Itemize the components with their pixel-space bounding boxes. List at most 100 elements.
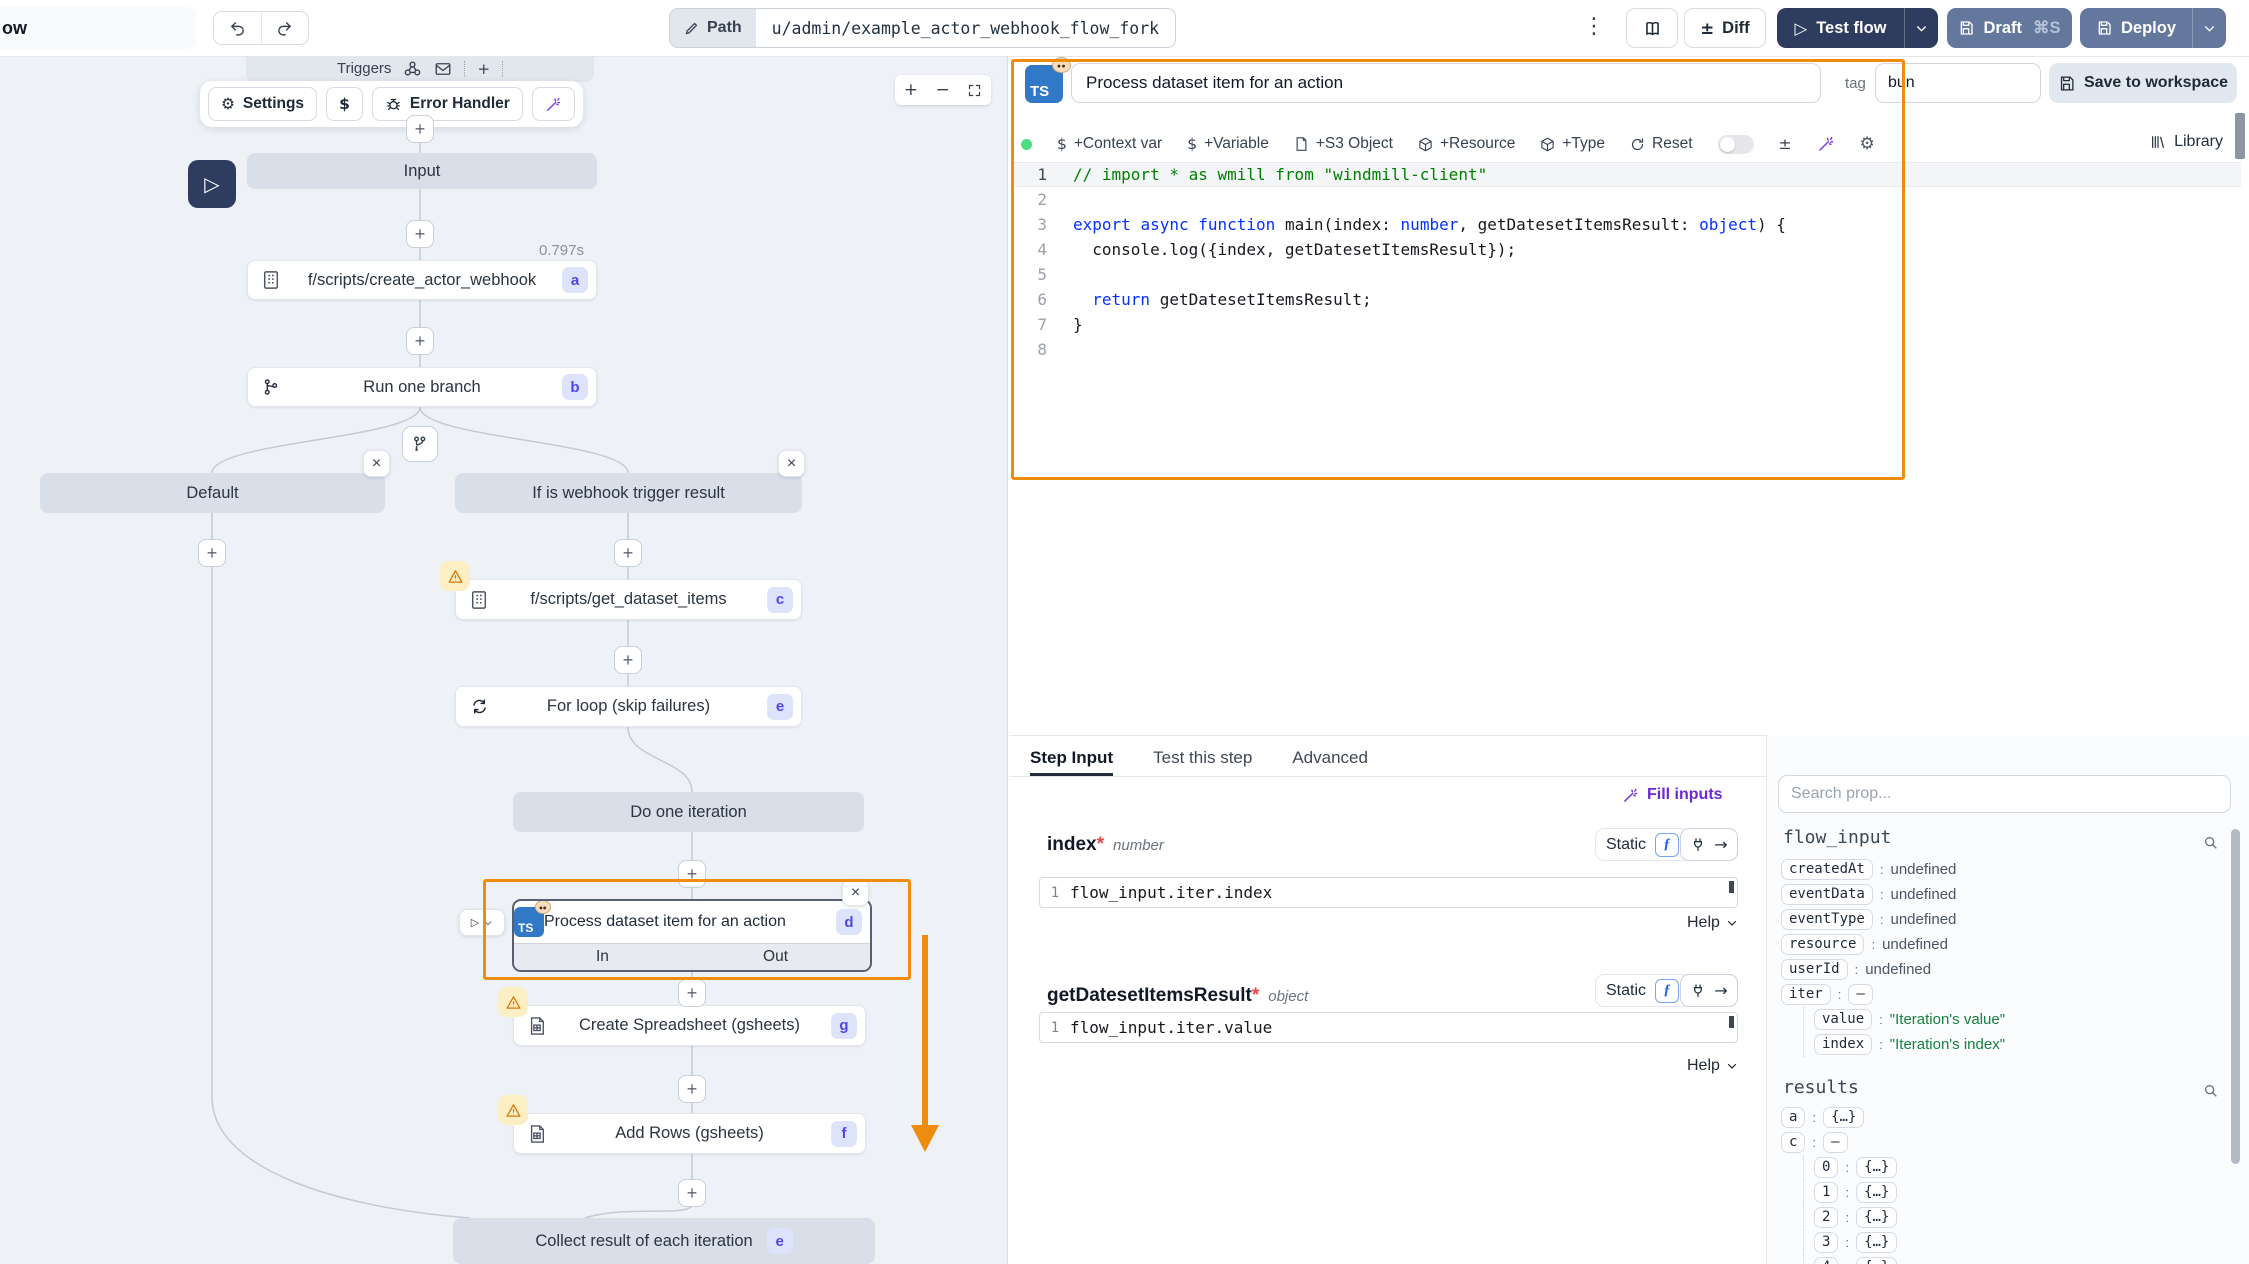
add-context-var-button[interactable]: $+Context var: [1057, 135, 1162, 153]
prop-row-resource[interactable]: resource:undefined: [1781, 932, 2005, 957]
webhook-icon[interactable]: [403, 59, 422, 78]
insert-step-button[interactable]: +: [678, 860, 706, 888]
path-field[interactable]: Path u/admin/example_actor_webhook_flow_…: [669, 8, 1176, 48]
code-line[interactable]: 7}: [1011, 312, 2241, 337]
remove-step-button[interactable]: ×: [842, 879, 869, 906]
node-out-tab[interactable]: Out: [763, 948, 788, 966]
search-icon[interactable]: [2203, 835, 2219, 851]
code-line[interactable]: 2: [1011, 187, 2241, 212]
node-for-loop[interactable]: For loop (skip failures) e: [455, 686, 802, 727]
prop-row-value[interactable]: value:"Iteration's value": [1803, 1007, 2005, 1032]
add-branch-button[interactable]: [402, 426, 438, 462]
insert-step-button[interactable]: +: [678, 1179, 706, 1207]
editor-settings-icon[interactable]: ⚙: [1860, 134, 1875, 154]
insert-step-button[interactable]: +: [406, 327, 434, 355]
connect-input-button[interactable]: →: [1680, 974, 1738, 1007]
node-create-actor-webhook[interactable]: f/scripts/create_actor_webhook a: [247, 260, 597, 300]
tab-step-input[interactable]: Step Input: [1030, 742, 1113, 776]
error-handler-button[interactable]: Error Handler: [372, 87, 523, 121]
insert-step-button[interactable]: +: [198, 539, 226, 567]
docs-button[interactable]: [1626, 8, 1678, 48]
add-resource-button[interactable]: +Resource: [1418, 135, 1515, 153]
fill-inputs-button[interactable]: Fill inputs: [1622, 786, 1723, 804]
code-line[interactable]: 6 return getDatesetItemsResult;: [1011, 287, 2241, 312]
insert-step-button[interactable]: +: [678, 979, 706, 1007]
help-link[interactable]: Help: [1687, 914, 1738, 932]
prop-row-2[interactable]: 2:{…}: [1803, 1205, 1897, 1230]
add-type-button[interactable]: +Type: [1540, 135, 1605, 153]
settings-button[interactable]: ⚙Settings: [208, 87, 317, 121]
redo-button[interactable]: [261, 12, 309, 44]
static-mode-toggle[interactable]: Static ƒ: [1595, 974, 1690, 1007]
remove-branch-button[interactable]: ×: [363, 450, 390, 477]
prop-row-3[interactable]: 3:{…}: [1803, 1230, 1897, 1255]
library-button[interactable]: Library: [2150, 133, 2223, 151]
prop-row-c[interactable]: c:–: [1781, 1130, 1897, 1155]
insert-step-button[interactable]: +: [406, 115, 434, 143]
prop-row-a[interactable]: a:{…}: [1781, 1105, 1897, 1130]
step-title-input[interactable]: [1071, 63, 1821, 103]
code-line[interactable]: 4 console.log({index, getDatesetItemsRes…: [1011, 237, 2241, 262]
search-prop-input[interactable]: [1778, 775, 2231, 813]
insert-step-button[interactable]: +: [406, 220, 434, 248]
flow-name-input[interactable]: ow: [0, 7, 196, 49]
fit-view-icon[interactable]: [967, 83, 982, 98]
zoom-out-icon[interactable]: −: [936, 80, 950, 100]
path-value[interactable]: u/admin/example_actor_webhook_flow_fork: [756, 9, 1175, 47]
more-menu-button[interactable]: ⋮: [1584, 14, 1604, 39]
prop-row-eventData[interactable]: eventData:undefined: [1781, 882, 2005, 907]
test-flow-button[interactable]: ▷Test flow: [1777, 8, 1938, 48]
node-create-spreadsheet[interactable]: Create Spreadsheet (gsheets) g: [513, 1005, 866, 1046]
node-do-one-iteration[interactable]: Do one iteration: [513, 792, 864, 832]
node-get-dataset-items[interactable]: f/scripts/get_dataset_items c: [455, 579, 802, 620]
node-collect-result[interactable]: Collect result of each iteration e: [453, 1218, 875, 1264]
reset-button[interactable]: Reset: [1630, 135, 1693, 153]
insert-step-button[interactable]: +: [614, 539, 642, 567]
node-branch-if[interactable]: If is webhook trigger result: [455, 473, 802, 513]
diff-toggle[interactable]: [1718, 135, 1754, 154]
prop-row-4[interactable]: 4:{…}: [1803, 1255, 1897, 1264]
function-icon[interactable]: ƒ: [1655, 833, 1679, 857]
remove-branch-button[interactable]: ×: [778, 450, 805, 477]
deploy-button[interactable]: Deploy: [2080, 8, 2226, 48]
node-add-rows[interactable]: Add Rows (gsheets) f: [513, 1113, 866, 1154]
code-line[interactable]: 1// import * as wmill from "windmill-cli…: [1011, 162, 2241, 187]
flow-canvas[interactable]: Triggers + ⚙Settings $ Error Handler + −…: [0, 57, 1008, 1264]
zoom-in-icon[interactable]: +: [904, 80, 918, 100]
insert-step-button[interactable]: +: [678, 1075, 706, 1103]
add-s3-object-button[interactable]: +S3 Object: [1294, 135, 1393, 153]
index-expression-input[interactable]: 1 flow_input.iter.index: [1039, 877, 1738, 908]
ai-assistant-button[interactable]: [532, 87, 575, 121]
node-in-tab[interactable]: In: [596, 948, 609, 966]
prop-row-index[interactable]: index:"Iteration's index": [1803, 1032, 2005, 1057]
prop-row-userId[interactable]: userId:undefined: [1781, 957, 2005, 982]
deploy-dropdown[interactable]: [2192, 8, 2226, 48]
result-expression-input[interactable]: 1 flow_input.iter.value: [1039, 1012, 1738, 1043]
search-icon[interactable]: [2203, 1083, 2219, 1099]
function-icon[interactable]: ƒ: [1655, 979, 1679, 1003]
prop-row-1[interactable]: 1:{…}: [1803, 1180, 1897, 1205]
node-input[interactable]: Input: [247, 153, 597, 189]
code-editor[interactable]: 1// import * as wmill from "windmill-cli…: [1011, 162, 2241, 362]
variables-button[interactable]: $: [326, 87, 363, 121]
run-flow-button[interactable]: ▷: [188, 160, 236, 208]
flow-input-header[interactable]: flow_input: [1783, 827, 1891, 848]
plus-minus-icon[interactable]: ±: [1779, 135, 1792, 153]
insert-step-button[interactable]: +: [614, 646, 642, 674]
tag-input[interactable]: [1875, 63, 2041, 103]
help-link[interactable]: Help: [1687, 1057, 1738, 1075]
save-to-workspace-button[interactable]: Save to workspace: [2049, 63, 2237, 103]
connect-input-button[interactable]: →: [1680, 828, 1738, 861]
ai-wand-icon[interactable]: [1817, 135, 1835, 153]
diff-button[interactable]: ±Diff: [1684, 8, 1766, 48]
add-trigger-icon[interactable]: +: [477, 60, 490, 78]
editor-scrollbar-thumb[interactable]: [2235, 113, 2245, 159]
test-flow-dropdown[interactable]: [1904, 8, 1938, 48]
prop-row-createdAt[interactable]: createdAt:undefined: [1781, 857, 2005, 882]
run-step-pill[interactable]: ▷: [459, 909, 505, 936]
prop-row-eventType[interactable]: eventType:undefined: [1781, 907, 2005, 932]
node-branch-default[interactable]: Default: [40, 473, 385, 513]
tab-test-this-step[interactable]: Test this step: [1153, 742, 1252, 776]
node-run-one-branch[interactable]: Run one branch b: [247, 367, 597, 407]
code-line[interactable]: 3export async function main(index: numbe…: [1011, 212, 2241, 237]
